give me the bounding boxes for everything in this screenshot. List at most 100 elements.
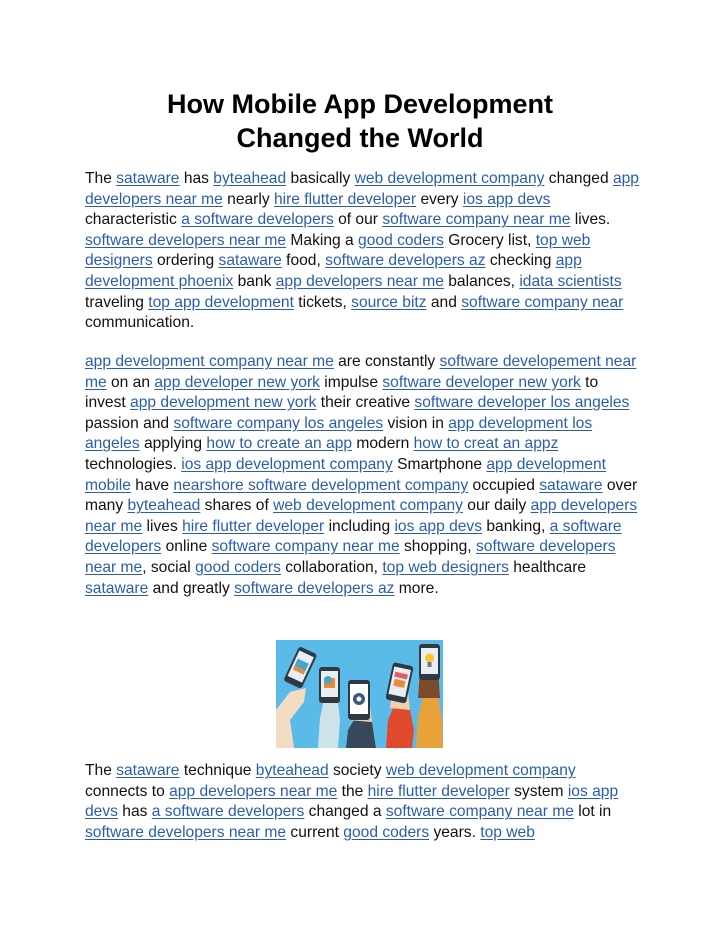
body-text: has (179, 170, 214, 187)
body-text: has (117, 803, 152, 821)
inline-link[interactable]: software company near me (386, 803, 574, 820)
inline-link[interactable]: software company near me (212, 538, 400, 555)
body-text: Making a (286, 231, 359, 249)
phone-5 (419, 644, 440, 680)
inline-link[interactable]: app development company near me (85, 353, 334, 370)
body-text: our daily (462, 497, 531, 515)
inline-link[interactable]: software developer los angeles (414, 394, 629, 411)
inline-link[interactable]: sataware (116, 762, 179, 779)
body-text: Grocery list, (443, 231, 536, 249)
body-text: current (286, 823, 344, 841)
body-text: occupied (468, 476, 540, 494)
smartphones-illustration (276, 640, 443, 748)
inline-link[interactable]: web development company (355, 170, 545, 187)
inline-link[interactable]: good coders (343, 824, 429, 841)
body-text: impulse (319, 373, 383, 391)
inline-link[interactable]: hire flutter developer (274, 191, 416, 208)
inline-link[interactable]: app development new york (130, 394, 316, 411)
body-text: including (324, 517, 395, 535)
body-text: applying (139, 435, 207, 453)
body-text: banking, (482, 517, 550, 535)
body-text: technique (179, 762, 256, 779)
body-text: connects to (85, 782, 170, 800)
inline-link[interactable]: top web designers (382, 559, 509, 576)
body-text: nearly (222, 190, 274, 208)
inline-link[interactable]: top app development (148, 294, 294, 311)
body-text: Smartphone (392, 455, 487, 473)
body-text: checking (485, 252, 556, 270)
body-text: modern (352, 435, 414, 453)
body-text: are constantly (333, 353, 440, 370)
body-text: tickets, (293, 293, 352, 311)
body-text: system (509, 782, 568, 800)
inline-link[interactable]: software company near me (382, 211, 570, 228)
inline-link[interactable]: software company near (461, 294, 623, 311)
body-text: healthcare (508, 558, 587, 576)
body-text: and (426, 293, 462, 311)
inline-link[interactable]: software developers az (234, 580, 394, 597)
body-text: lives (142, 517, 183, 535)
inline-link[interactable]: a software developers (152, 803, 305, 820)
inline-link[interactable]: sataware (219, 252, 282, 269)
inline-link[interactable]: hire flutter developer (182, 518, 324, 535)
body-text: lives. (570, 211, 611, 229)
inline-link[interactable]: software developer new york (382, 374, 581, 391)
paragraph-2: app development company near me are cons… (85, 352, 641, 599)
body-text: every (416, 190, 463, 208)
body-text: shares of (200, 497, 274, 515)
body-text: changed (544, 170, 613, 187)
body-text: communication. (85, 314, 195, 332)
inline-link[interactable]: how to creat an appz (414, 435, 559, 452)
body-text: ordering (152, 252, 219, 270)
inline-link[interactable]: byteahead (256, 762, 329, 779)
body-text: more. (394, 579, 439, 597)
inline-link[interactable]: ios app devs (463, 191, 551, 208)
inline-link[interactable]: app developers near me (276, 273, 444, 290)
body-text: bank (233, 272, 276, 290)
document-page: How Mobile App Development Changed the W… (0, 0, 720, 931)
inline-link[interactable]: good coders (195, 559, 281, 576)
body-text: of our (333, 211, 383, 229)
inline-link[interactable]: sataware (539, 477, 602, 494)
inline-link[interactable]: good coders (358, 232, 444, 249)
inline-link[interactable]: software developers near me (85, 824, 286, 841)
body-text: the (337, 782, 368, 800)
inline-link[interactable]: app developer new york (154, 374, 320, 391)
body-text: characteristic (85, 211, 182, 229)
inline-link[interactable]: byteahead (127, 497, 200, 514)
body-text: lot in (573, 803, 612, 821)
body-text: online (161, 538, 212, 556)
body-text: collaboration, (280, 558, 383, 576)
inline-link[interactable]: web development company (386, 762, 576, 779)
body-text: changed a (304, 803, 386, 821)
inline-link[interactable]: app developers near me (169, 783, 337, 800)
title-line-1: How Mobile App Development (166, 89, 553, 119)
body-text: The (85, 170, 117, 187)
inline-link[interactable]: top web (480, 824, 535, 841)
inline-link[interactable]: ios app development company (181, 456, 393, 473)
body-text: society (328, 762, 386, 779)
inline-link[interactable]: how to create an app (206, 435, 352, 452)
inline-link[interactable]: software developers near me (85, 232, 286, 249)
inline-link[interactable]: source bitz (351, 294, 426, 311)
inline-link[interactable]: sataware (85, 580, 148, 597)
body-text: years. (429, 823, 481, 841)
body-text: , social (142, 558, 196, 576)
title-line-2: Changed the World (236, 123, 484, 153)
body-text: their creative (316, 394, 415, 412)
body-text: traveling (85, 293, 149, 311)
inline-link[interactable]: idata scientists (519, 273, 621, 290)
inline-link[interactable]: sataware (116, 170, 179, 187)
inline-link[interactable]: byteahead (213, 170, 286, 187)
paragraph-3: The sataware technique byteahead society… (85, 761, 641, 843)
body-text: technologies. (85, 455, 182, 473)
inline-link[interactable]: software developers az (325, 252, 485, 269)
inline-link[interactable]: hire flutter developer (368, 783, 510, 800)
body-text: have (130, 476, 174, 494)
inline-link[interactable]: ios app devs (394, 518, 482, 535)
inline-link[interactable]: web development company (273, 497, 463, 514)
inline-link[interactable]: software company los angeles (173, 415, 383, 432)
inline-link[interactable]: nearshore software development company (173, 477, 468, 494)
paragraph-1: The sataware has byteahead basically web… (85, 169, 641, 334)
inline-link[interactable]: a software developers (181, 211, 334, 228)
